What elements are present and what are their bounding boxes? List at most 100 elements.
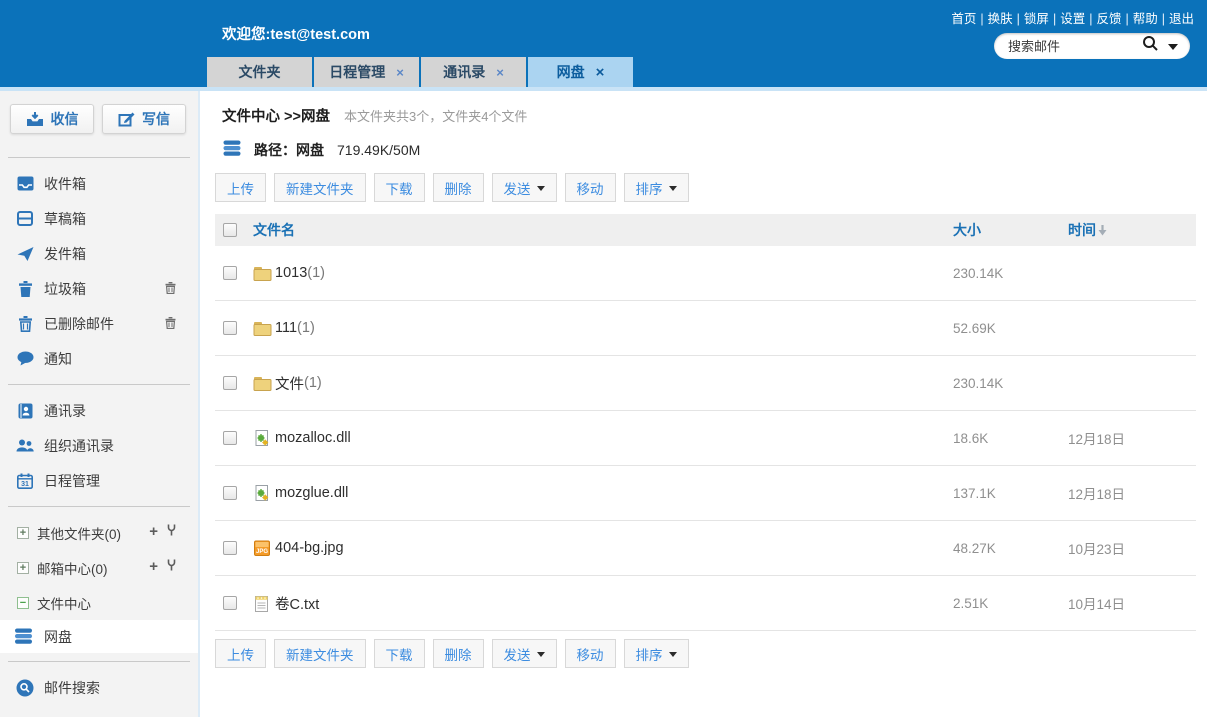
expand-plus-icon[interactable]: +	[17, 562, 29, 574]
sidebar-tree-file-center[interactable]: − 文件中心	[0, 585, 198, 620]
inbox-icon	[15, 175, 35, 193]
nav-feedback-link[interactable]: 反馈	[1096, 12, 1121, 26]
table-row[interactable]: mozalloc.dll 18.6K 12月18日	[215, 411, 1196, 466]
nav-home-link[interactable]: 首页	[951, 12, 976, 26]
nav-help-link[interactable]: 帮助	[1133, 12, 1158, 26]
empty-junk-trash-icon[interactable]	[165, 281, 176, 297]
tab-close-icon[interactable]: ×	[496, 66, 504, 79]
move-button[interactable]: 移动	[565, 639, 616, 668]
sidebar-item-deleted[interactable]: 已删除邮件	[0, 306, 198, 341]
caret-down-icon	[669, 652, 677, 661]
new-folder-button[interactable]: 新建文件夹	[274, 173, 366, 202]
nav-lock-link[interactable]: 锁屏	[1024, 12, 1049, 26]
file-size: 230.14K	[953, 266, 1068, 281]
sidebar-tree-mail-center[interactable]: + 邮箱中心(0) +	[0, 550, 198, 585]
row-checkbox[interactable]	[223, 541, 237, 555]
file-size: 52.69K	[953, 321, 1068, 336]
mail-search-box[interactable]	[994, 33, 1190, 59]
collapse-minus-icon[interactable]: −	[17, 597, 29, 609]
sidebar-tree-other-folders[interactable]: + 其他文件夹(0) +	[0, 515, 198, 550]
sidebar-item-mail-search[interactable]: 邮件搜索	[0, 670, 198, 705]
sidebar-item-inbox[interactable]: 收件箱	[0, 166, 198, 201]
manage-folder-wrench-icon[interactable]	[167, 559, 176, 574]
sort-button[interactable]: 排序	[624, 639, 689, 668]
file-name[interactable]: 1013	[275, 265, 307, 281]
sort-button[interactable]: 排序	[624, 173, 689, 202]
tab-netdisk[interactable]: 网盘 ×	[528, 57, 633, 87]
receive-mail-icon	[26, 112, 44, 127]
nav-logout-link[interactable]: 退出	[1169, 12, 1194, 26]
tab-schedule[interactable]: 日程管理 ×	[314, 57, 419, 87]
sidebar-item-junk[interactable]: 垃圾箱	[0, 271, 198, 306]
tree-item-label: 其他文件夹(0)	[37, 523, 121, 543]
search-options-caret-icon[interactable]	[1168, 44, 1178, 55]
sidebar-item-schedule[interactable]: 31 日程管理	[0, 463, 198, 498]
button-label: 上传	[227, 178, 254, 198]
file-name[interactable]: mozglue.dll	[275, 485, 348, 501]
expand-plus-icon[interactable]: +	[17, 527, 29, 539]
tab-strip: 文件夹 日程管理 × 通讯录 × 网盘 ×	[207, 57, 635, 87]
mail-search-icon	[15, 679, 35, 697]
add-folder-icon[interactable]: +	[149, 559, 158, 574]
file-name[interactable]: 卷C.txt	[275, 593, 319, 614]
sidebar-item-netdisk-selected[interactable]: 网盘	[0, 620, 198, 653]
sidebar-item-org-contacts[interactable]: 组织通讯录	[0, 428, 198, 463]
row-checkbox[interactable]	[223, 596, 237, 610]
add-folder-icon[interactable]: +	[149, 524, 158, 539]
receive-mail-label: 收信	[51, 109, 79, 129]
sidebar-item-notice[interactable]: 通知	[0, 341, 198, 376]
row-checkbox[interactable]	[223, 266, 237, 280]
sidebar-item-sent[interactable]: 发件箱	[0, 236, 198, 271]
row-checkbox[interactable]	[223, 376, 237, 390]
upload-button[interactable]: 上传	[215, 173, 266, 202]
file-size: 48.27K	[953, 541, 1068, 556]
file-name[interactable]: 文件	[275, 373, 304, 394]
sidebar-item-label: 通讯录	[44, 401, 86, 421]
caret-down-icon	[537, 652, 545, 661]
item-count: (1)	[297, 320, 315, 336]
table-row[interactable]: 文件 (1) 230.14K	[215, 356, 1196, 411]
select-all-checkbox[interactable]	[223, 223, 237, 237]
column-header-time[interactable]: 时间	[1068, 220, 1096, 240]
new-folder-button[interactable]: 新建文件夹	[274, 639, 366, 668]
empty-deleted-trash-icon[interactable]	[165, 316, 176, 332]
sidebar-item-drafts[interactable]: 草稿箱	[0, 201, 198, 236]
tab-folders[interactable]: 文件夹	[207, 57, 312, 87]
sidebar-item-contacts[interactable]: 通讯录	[0, 393, 198, 428]
file-time: 10月14日	[1068, 593, 1196, 613]
delete-button[interactable]: 删除	[433, 639, 484, 668]
sidebar-item-label: 网盘	[44, 627, 72, 647]
table-row[interactable]: 111 (1) 52.69K	[215, 301, 1196, 356]
table-row[interactable]: 卷C.txt 2.51K 10月14日	[215, 576, 1196, 631]
receive-mail-button[interactable]: 收信	[10, 104, 94, 134]
table-row[interactable]: mozglue.dll 137.1K 12月18日	[215, 466, 1196, 521]
column-header-name[interactable]: 文件名	[253, 220, 295, 240]
toolbar-bottom: 上传 新建文件夹 下载 删除 发送 移动 排序	[215, 639, 1196, 668]
upload-button[interactable]: 上传	[215, 639, 266, 668]
tab-close-icon[interactable]: ×	[396, 66, 404, 79]
table-row[interactable]: JPG 404-bg.jpg 48.27K 10月23日	[215, 521, 1196, 576]
send-button[interactable]: 发送	[492, 173, 557, 202]
nav-settings-link[interactable]: 设置	[1060, 12, 1085, 26]
move-button[interactable]: 移动	[565, 173, 616, 202]
table-row[interactable]: 1013 (1) 230.14K	[215, 246, 1196, 301]
row-checkbox[interactable]	[223, 486, 237, 500]
tab-contacts[interactable]: 通讯录 ×	[421, 57, 526, 87]
file-name[interactable]: mozalloc.dll	[275, 430, 351, 446]
nav-skin-link[interactable]: 换肤	[988, 12, 1013, 26]
tab-close-icon[interactable]: ×	[596, 65, 605, 80]
row-checkbox[interactable]	[223, 321, 237, 335]
download-button[interactable]: 下载	[374, 639, 425, 668]
column-header-size[interactable]: 大小	[953, 222, 981, 238]
file-name[interactable]: 404-bg.jpg	[275, 540, 344, 556]
row-checkbox[interactable]	[223, 431, 237, 445]
download-button[interactable]: 下载	[374, 173, 425, 202]
search-input[interactable]	[1008, 39, 1142, 54]
compose-mail-button[interactable]: 写信	[102, 104, 186, 134]
welcome-text: 欢迎您:test@test.com	[222, 23, 370, 44]
delete-button[interactable]: 删除	[433, 173, 484, 202]
manage-folder-wrench-icon[interactable]	[167, 524, 176, 539]
search-icon[interactable]	[1142, 35, 1159, 57]
send-button[interactable]: 发送	[492, 639, 557, 668]
file-name[interactable]: 111	[275, 320, 297, 336]
